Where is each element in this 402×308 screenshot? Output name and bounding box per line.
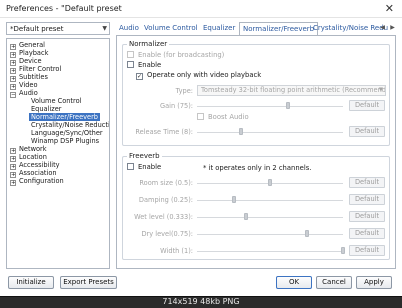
cancel-button[interactable]: Cancel: [316, 276, 352, 289]
tree-item-winamp-dsp[interactable]: Winamp DSP Plugins: [31, 137, 99, 145]
wet-level-slider-thumb[interactable]: [243, 213, 248, 220]
chevron-down-icon: ▼: [102, 25, 107, 32]
tree-item-volume-control[interactable]: Volume Control: [31, 97, 81, 105]
settings-tree[interactable]: + General + Playback + Device + Filter Contr…: [6, 38, 110, 269]
damping-slider-track[interactable]: [197, 200, 343, 201]
damping-slider-thumb[interactable]: [231, 196, 236, 203]
ok-button[interactable]: OK: [276, 276, 312, 289]
freeverb-group-title: Freeverb: [127, 152, 162, 160]
checkbox-box[interactable]: [197, 113, 204, 120]
tree-item-location[interactable]: + Location: [10, 153, 47, 162]
release-slider-track[interactable]: [197, 132, 343, 133]
tree-item-video[interactable]: + Video: [10, 81, 37, 90]
wet-level-label: Wet level (0.333):: [134, 213, 193, 221]
initialize-button[interactable]: Initialize: [8, 276, 54, 289]
checkbox-box[interactable]: [127, 61, 134, 68]
tree-item-general[interactable]: + General: [10, 41, 45, 50]
width-default-button[interactable]: Default: [349, 245, 385, 256]
tab-equalizer[interactable]: Equalizer: [200, 22, 238, 35]
gain-label: Gain (75):: [159, 102, 193, 110]
preset-select[interactable]: *Default preset ▼: [6, 22, 110, 35]
width-slider-track[interactable]: [197, 251, 343, 252]
chevron-down-icon: ▼: [378, 87, 383, 93]
preset-select-value: *Default preset: [10, 24, 64, 33]
gain-default-button[interactable]: Default: [349, 100, 385, 111]
close-icon[interactable]: ✕: [385, 2, 394, 15]
tab-audio[interactable]: Audio: [116, 22, 142, 35]
normalizer-enable-checkbox[interactable]: Enable: [127, 61, 161, 70]
checkmark-icon[interactable]: ✓: [136, 73, 143, 80]
tab-scroll-right-icon[interactable]: ▶: [388, 22, 397, 33]
expand-icon[interactable]: +: [10, 180, 16, 186]
wet-level-slider-track[interactable]: [197, 217, 343, 218]
freeverb-note: * it operates only in 2 channels.: [203, 164, 312, 172]
checkbox-box[interactable]: [127, 51, 134, 58]
apply-button[interactable]: Apply: [356, 276, 392, 289]
dry-level-slider-thumb[interactable]: [304, 230, 309, 237]
normalizer-group-title: Normalizer: [127, 40, 170, 48]
boost-audio-checkbox[interactable]: Boost Audio: [197, 113, 249, 122]
width-label: Width (1):: [160, 247, 193, 255]
damping-label: Damping (0.25):: [138, 196, 193, 204]
damping-default-button[interactable]: Default: [349, 194, 385, 205]
tree-item-device[interactable]: + Device: [10, 57, 42, 66]
wet-level-default-button[interactable]: Default: [349, 211, 385, 222]
checkbox-box[interactable]: [127, 163, 134, 170]
tree-item-configuration[interactable]: + Configuration: [10, 177, 64, 186]
room-size-default-button[interactable]: Default: [349, 177, 385, 188]
freeverb-enable-checkbox[interactable]: Enable: [127, 163, 161, 172]
release-default-button[interactable]: Default: [349, 126, 385, 137]
tab-normalizer-freeverb[interactable]: Normalizer/Freeverb: [239, 22, 319, 36]
normalizer-freeverb-panel: Normalizer Enable (for broadcasting) Ena…: [116, 35, 396, 269]
type-select-value: Tomsteady 32-bit floating point arithmet…: [201, 86, 386, 94]
only-video-checkbox[interactable]: ✓ Operate only with video playback: [136, 71, 261, 80]
tree-item-playback[interactable]: + Playback: [10, 49, 48, 58]
tree-item-filter-control[interactable]: + Filter Control: [10, 65, 61, 74]
tab-scroll-left-icon[interactable]: ◀: [378, 22, 387, 33]
width-slider-thumb[interactable]: [341, 247, 345, 254]
image-caption: 714x519 48kb PNG: [162, 297, 240, 306]
freeverb-group: Freeverb Enable * it operates only in 2 …: [122, 152, 390, 260]
enable-broadcast-checkbox[interactable]: Enable (for broadcasting): [127, 51, 224, 60]
tree-item-association[interactable]: + Association: [10, 169, 57, 178]
gain-slider-thumb[interactable]: [285, 102, 290, 109]
tab-volume-control[interactable]: Volume Control: [141, 22, 201, 35]
tree-item-equalizer[interactable]: Equalizer: [31, 105, 61, 113]
type-label: Type:: [175, 87, 193, 95]
tree-item-accessibility[interactable]: + Accessibility: [10, 161, 60, 170]
export-presets-button[interactable]: Export Presets: [60, 276, 117, 289]
dry-level-slider-track[interactable]: [197, 234, 343, 235]
tree-item-network[interactable]: + Network: [10, 145, 47, 154]
dry-level-default-button[interactable]: Default: [349, 228, 385, 239]
room-size-slider-thumb[interactable]: [268, 179, 272, 186]
normalizer-group: Normalizer Enable (for broadcasting) Ena…: [122, 40, 390, 146]
collapse-icon[interactable]: −: [10, 92, 16, 98]
tree-item-language-sync[interactable]: Language/Sync/Other: [31, 129, 103, 137]
release-slider-thumb[interactable]: [238, 128, 243, 135]
tree-item-crystality[interactable]: Crystality/Noise Reduction: [31, 121, 109, 129]
type-select[interactable]: Tomsteady 32-bit floating point arithmet…: [197, 85, 386, 96]
tree-item-normalizer-freeverb[interactable]: Normalizer/Freeverb: [29, 113, 100, 121]
window-title: Preferences - "Default preset: [6, 4, 122, 13]
dry-level-label: Dry level(0.75):: [141, 230, 193, 238]
gain-slider-track[interactable]: [197, 106, 343, 107]
tree-item-subtitles[interactable]: + Subtitles: [10, 73, 48, 82]
release-time-label: Release Time (8):: [135, 128, 193, 136]
tree-item-audio[interactable]: − Audio: [10, 89, 38, 98]
tab-crystality[interactable]: Crystality/Noise Redu: [310, 22, 388, 35]
room-size-label: Room size (0.5):: [139, 179, 193, 187]
